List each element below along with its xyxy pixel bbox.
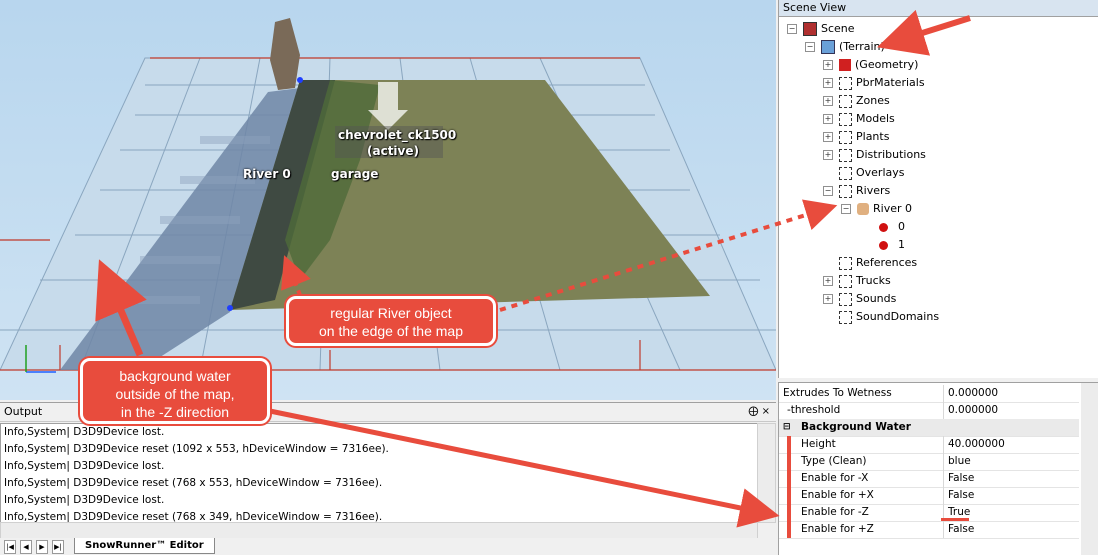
river-icon <box>857 203 869 215</box>
property-row[interactable]: Enable for +Z False <box>779 521 1079 539</box>
property-row-enable-minus-z[interactable]: Enable for -Z True <box>779 504 1079 522</box>
folder-icon <box>839 292 852 306</box>
terrain-icon <box>821 40 835 54</box>
log-line: Info,System| D3D9Device lost. <box>4 426 165 438</box>
property-row[interactable]: -threshold 0.000000 <box>779 402 1079 420</box>
log-line: Info,System| D3D9Device reset (768 x 553… <box>4 477 383 489</box>
nav-last-icon[interactable]: ▶| <box>52 540 64 554</box>
point-icon <box>879 240 888 250</box>
river-point-1 <box>227 305 233 311</box>
tree-node-point-0[interactable]: 0 <box>879 218 905 236</box>
scene-view-title: Scene View <box>779 0 1098 17</box>
log-line: Info,System| D3D9Device lost. <box>4 494 165 506</box>
folder-icon <box>839 94 852 108</box>
nav-prev-icon[interactable]: ◀ <box>20 540 32 554</box>
document-tab-bar: |◀ ◀ ▶ ▶| SnowRunner™ Editor <box>0 538 776 555</box>
expand-icon[interactable]: + <box>823 78 833 88</box>
expand-icon[interactable]: + <box>823 294 833 304</box>
nav-next-icon[interactable]: ▶ <box>36 540 48 554</box>
output-log[interactable]: Info,System| D3D9Device lost. Info,Syste… <box>0 423 758 523</box>
log-line: Info,System| D3D9Device reset (768 x 349… <box>4 511 383 523</box>
true-underline <box>941 518 969 521</box>
point-icon <box>879 222 888 232</box>
group-highlight-bar <box>787 436 791 538</box>
property-row[interactable]: Extrudes To Wetness 0.000000 <box>779 385 1079 403</box>
output-pin-close-icons[interactable]: ⨁ × <box>748 403 770 421</box>
properties-grid: Extrudes To Wetness 0.000000 -threshold 0.… <box>778 382 1098 555</box>
output-vertical-scrollbar[interactable] <box>757 423 776 523</box>
expand-icon[interactable]: + <box>823 60 833 70</box>
scene-icon <box>803 22 817 36</box>
collapse-icon[interactable]: − <box>841 204 851 214</box>
expand-icon[interactable]: + <box>823 114 833 124</box>
expand-icon[interactable]: + <box>823 276 833 286</box>
folder-icon <box>839 274 852 288</box>
callout-background-water: background water outside of the map, in … <box>80 358 270 424</box>
folder-icon <box>839 112 852 126</box>
folder-icon <box>839 310 852 324</box>
log-line: Info,System| D3D9Device reset (1092 x 55… <box>4 443 389 455</box>
vehicle-state-label: (active) <box>367 144 419 158</box>
expand-icon[interactable]: + <box>823 150 833 160</box>
property-row[interactable]: Height 40.000000 <box>779 436 1079 454</box>
output-panel: Output ⨁ × Info,System| D3D9Device lost.… <box>0 402 776 555</box>
folder-icon <box>839 184 852 198</box>
geometry-icon <box>839 59 851 71</box>
property-row[interactable]: Enable for +X False <box>779 487 1079 505</box>
scene-view-panel: Scene View − Scene − (Terrain) + (Geomet… <box>778 0 1098 378</box>
folder-icon <box>839 256 852 270</box>
tree-node-overlays[interactable]: Overlays <box>839 164 905 182</box>
collapse-icon[interactable]: − <box>823 186 833 196</box>
folder-icon <box>839 130 852 144</box>
nav-first-icon[interactable]: |◀ <box>4 540 16 554</box>
vehicle-label[interactable]: chevrolet_ck1500 <box>338 128 456 142</box>
expand-icon[interactable]: + <box>823 96 833 106</box>
tree-node-references[interactable]: References <box>839 254 917 272</box>
output-title: Output <box>4 405 43 418</box>
tree-node-point-1[interactable]: 1 <box>879 236 905 254</box>
collapse-icon[interactable]: − <box>787 24 797 34</box>
output-horizontal-scrollbar[interactable] <box>0 522 758 539</box>
collapse-icon[interactable]: ⊟ <box>783 419 791 436</box>
tab-snowrunner-editor[interactable]: SnowRunner™ Editor <box>74 538 215 554</box>
log-line: Info,System| D3D9Device lost. <box>4 460 165 472</box>
callout-regular-river: regular River object on the edge of the … <box>286 296 496 346</box>
folder-icon <box>839 148 852 162</box>
property-row[interactable]: Enable for -X False <box>779 470 1079 488</box>
properties-scrollbar[interactable] <box>1081 383 1098 555</box>
garage-label[interactable]: garage <box>331 167 378 181</box>
collapse-icon[interactable]: − <box>805 42 815 52</box>
property-group-background-water[interactable]: ⊟ Background Water <box>779 419 1079 437</box>
river-label[interactable]: River 0 <box>243 167 291 181</box>
river-point-0 <box>297 77 303 83</box>
expand-icon[interactable]: + <box>823 132 833 142</box>
folder-icon <box>839 76 852 90</box>
folder-icon <box>839 166 852 180</box>
property-row[interactable]: Type (Clean) blue <box>779 453 1079 471</box>
tree-node-sounddomains[interactable]: SoundDomains <box>839 308 939 326</box>
